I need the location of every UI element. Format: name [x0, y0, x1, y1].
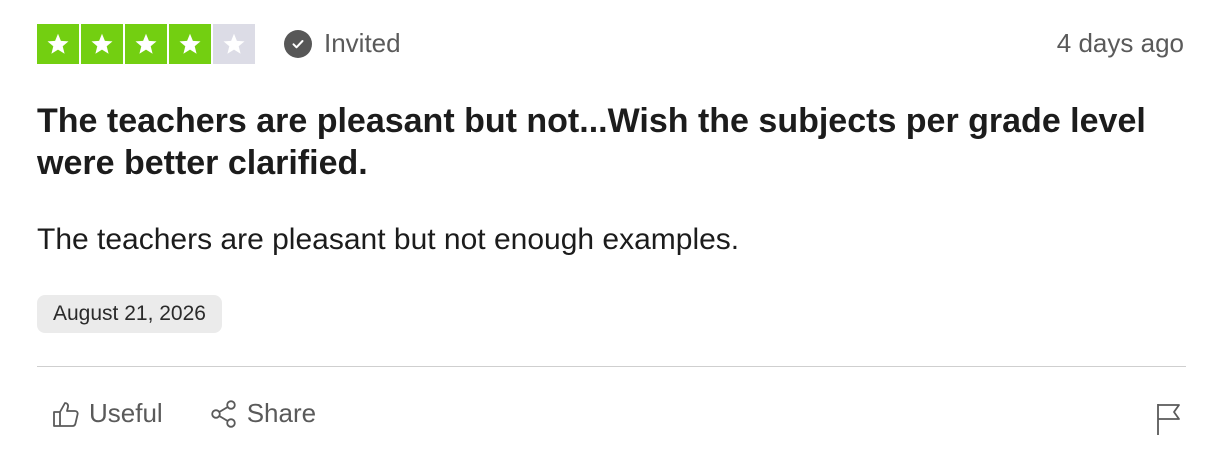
star-icon [125, 24, 167, 64]
thumbs-up-icon [53, 401, 79, 427]
star-icon [81, 24, 123, 64]
useful-label: Useful [89, 398, 163, 428]
invited-badge: Invited [284, 28, 401, 59]
review-card: Invited 4 days ago The teachers are plea… [37, 22, 1186, 462]
share-button[interactable]: Share [209, 398, 316, 429]
flag-icon [1157, 404, 1180, 435]
star-empty-icon [213, 24, 255, 64]
report-button[interactable] [1154, 402, 1184, 436]
review-text: The teachers are pleasant but not enough… [37, 223, 740, 256]
share-icon [211, 399, 236, 428]
review-age: 4 days ago [1056, 28, 1184, 58]
invited-label: Invited [324, 28, 401, 58]
star-rating [37, 24, 255, 64]
review-title[interactable]: The teachers are pleasant but not...Wish… [37, 100, 1186, 184]
star-icon [169, 24, 211, 64]
divider [37, 366, 1186, 367]
useful-button[interactable]: Useful [51, 398, 163, 429]
check-circle-icon [284, 29, 312, 58]
review-actions: Useful Share [51, 398, 316, 429]
review-header: Invited 4 days ago [37, 22, 1186, 66]
experience-date-badge: August 21, 2026 [37, 295, 222, 333]
share-label: Share [246, 398, 317, 428]
star-icon [37, 24, 79, 64]
